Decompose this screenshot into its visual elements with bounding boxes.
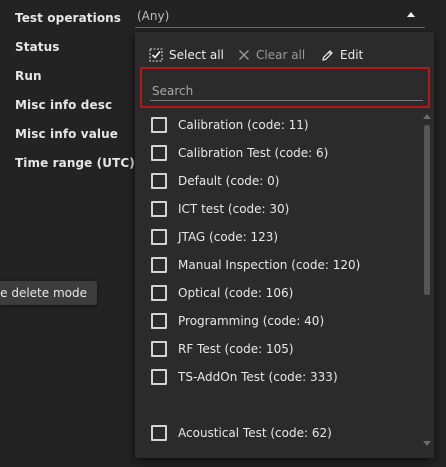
option-label: ICT test (code: 30) xyxy=(178,202,290,216)
list-item[interactable]: TS-AddOn Test (code: 333) xyxy=(151,367,338,387)
time-range-label: Time range (UTC) xyxy=(15,156,135,170)
test-operations-value: (Any) xyxy=(137,9,170,23)
option-label: Programming (code: 40) xyxy=(178,314,325,328)
list-item[interactable]: Optical (code: 106) xyxy=(151,283,293,303)
scrollbar-thumb[interactable] xyxy=(424,125,430,295)
clear-all-button[interactable]: Clear all xyxy=(238,46,305,64)
list-item[interactable]: Programming (code: 40) xyxy=(151,311,324,331)
checkbox[interactable] xyxy=(151,117,167,133)
search-input[interactable] xyxy=(150,81,423,101)
run-label: Run xyxy=(15,69,42,83)
list-item[interactable]: RF Test (code: 105) xyxy=(151,339,294,359)
checkbox[interactable] xyxy=(151,341,167,357)
edit-button[interactable]: Edit xyxy=(321,46,363,64)
list-item[interactable]: ICT test (code: 30) xyxy=(151,199,289,219)
scrollbar[interactable] xyxy=(422,112,432,448)
test-report-filter-panel: Test operations Status Run Misc info des… xyxy=(0,0,446,467)
option-label: Acoustical Test (code: 62) xyxy=(178,426,332,440)
delete-mode-tooltip: ble delete mode xyxy=(0,281,97,305)
clear-all-label: Clear all xyxy=(256,48,306,62)
checkbox[interactable] xyxy=(151,425,167,441)
list-item[interactable]: Acoustical Test (code: 62) xyxy=(151,423,332,443)
option-label: Calibration Test (code: 6) xyxy=(178,146,329,160)
search-highlight-box xyxy=(140,67,430,108)
checkbox-checked-icon xyxy=(149,48,163,62)
option-label: Optical (code: 106) xyxy=(178,286,294,300)
option-label: Manual Inspection (code: 120) xyxy=(178,258,361,272)
scroll-down-arrow-icon[interactable] xyxy=(423,441,431,446)
list-item[interactable]: Default (code: 0) xyxy=(151,171,279,191)
dropdown-toolbar: Select all Clear all Edit xyxy=(135,32,434,66)
option-label: Calibration (code: 11) xyxy=(178,118,309,132)
checkbox[interactable] xyxy=(151,285,167,301)
checkbox[interactable] xyxy=(151,369,167,385)
checkbox[interactable] xyxy=(151,201,167,217)
checkbox[interactable] xyxy=(151,313,167,329)
checkbox[interactable] xyxy=(151,173,167,189)
list-item[interactable]: Calibration Test (code: 6) xyxy=(151,143,328,163)
misc-info-value-label: Misc info value xyxy=(15,127,119,141)
select-all-label: Select all xyxy=(169,48,224,62)
option-label: JTAG (code: 123) xyxy=(178,230,279,244)
option-label: RF Test (code: 105) xyxy=(178,342,294,356)
caret-up-icon[interactable] xyxy=(407,12,415,17)
scroll-up-arrow-icon[interactable] xyxy=(423,114,431,119)
list-item[interactable]: JTAG (code: 123) xyxy=(151,227,278,247)
status-label: Status xyxy=(15,40,60,54)
checkbox[interactable] xyxy=(151,145,167,161)
checkbox[interactable] xyxy=(151,229,167,245)
test-operations-select[interactable]: (Any) xyxy=(135,4,425,28)
list-item[interactable]: Calibration (code: 11) xyxy=(151,115,309,135)
select-all-button[interactable]: Select all xyxy=(149,46,224,64)
edit-label: Edit xyxy=(340,48,364,62)
test-operations-label: Test operations xyxy=(15,11,122,25)
delete-mode-tooltip-text: ble delete mode xyxy=(0,286,87,300)
list-item[interactable]: Manual Inspection (code: 120) xyxy=(151,255,360,275)
option-label: TS-AddOn Test (code: 333) xyxy=(178,370,338,384)
pencil-icon xyxy=(322,49,333,61)
misc-info-desc-label: Misc info desc xyxy=(15,98,113,112)
checkbox[interactable] xyxy=(151,257,167,273)
test-operations-dropdown: Select all Clear all Edit C xyxy=(135,32,434,458)
close-icon xyxy=(239,50,249,60)
option-label: Default (code: 0) xyxy=(178,174,280,188)
